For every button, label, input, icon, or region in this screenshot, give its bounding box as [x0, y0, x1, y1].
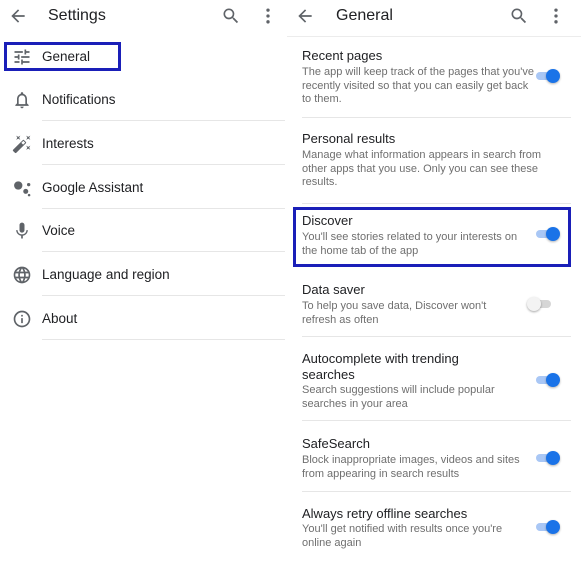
setting-description: Search suggestions will include popular …: [302, 384, 495, 410]
autocomplete-toggle[interactable]: [534, 371, 560, 389]
settings-item-label: General: [42, 49, 91, 64]
back-arrow-icon[interactable]: [295, 6, 315, 26]
setting-title: Always retry offline searches: [302, 506, 468, 521]
setting-description: The app will keep track of the pages tha…: [302, 66, 535, 105]
general-panel: General Recent pages The app will keep t…: [287, 0, 581, 562]
setting-title: Recent pages: [302, 48, 383, 63]
setting-data-saver[interactable]: Data saver To help you save data, Discov…: [287, 270, 581, 337]
microphone-icon: [16, 222, 28, 239]
setting-description: Block inappropriate images, videos and s…: [302, 454, 520, 480]
data-saver-toggle[interactable]: [527, 295, 551, 313]
settings-panel: Settings General Notifications Interests: [0, 0, 287, 562]
toggle-thumb: [527, 297, 541, 311]
toggle-thumb: [546, 69, 560, 83]
setting-description: You'll get notified with results once yo…: [302, 523, 503, 549]
globe-icon: [13, 266, 31, 284]
toggle-thumb: [546, 520, 560, 534]
divider: [42, 251, 285, 252]
settings-app-bar: Settings: [0, 0, 287, 32]
setting-recent-pages[interactable]: Recent pages The app will keep track of …: [287, 37, 581, 118]
settings-item-label: Interests: [42, 136, 94, 151]
setting-title: Autocomplete with trending searches: [302, 351, 459, 382]
info-icon: [13, 310, 31, 328]
divider: [42, 120, 285, 121]
settings-item-general[interactable]: General: [0, 35, 287, 78]
settings-item-notifications[interactable]: Notifications: [0, 78, 287, 121]
setting-description: Manage what information appears in searc…: [302, 149, 542, 188]
setting-safesearch[interactable]: SafeSearch Block inappropriate images, v…: [287, 421, 581, 492]
setting-description: You'll see stories related to your inter…: [302, 231, 518, 257]
page-title: General: [336, 7, 393, 24]
assistant-icon: [14, 181, 31, 197]
setting-title: Discover: [302, 213, 353, 228]
settings-item-label: About: [42, 311, 78, 326]
settings-item-label: Notifications: [42, 92, 116, 107]
settings-item-label: Voice: [42, 223, 76, 238]
tune-icon: [14, 49, 30, 65]
setting-always-retry-offline[interactable]: Always retry offline searches You'll get…: [287, 492, 581, 562]
settings-item-voice[interactable]: Voice: [0, 209, 287, 252]
setting-title: Data saver: [302, 282, 365, 297]
recent-pages-toggle[interactable]: [534, 67, 560, 85]
always-retry-toggle[interactable]: [534, 518, 560, 536]
divider: [42, 339, 285, 340]
bell-icon: [15, 92, 29, 109]
setting-personal-results[interactable]: Personal results Manage what information…: [287, 118, 581, 204]
settings-item-about[interactable]: About: [0, 297, 287, 340]
setting-discover[interactable]: Discover You'll see stories related to y…: [287, 204, 581, 270]
page-title: Settings: [48, 7, 106, 24]
search-icon[interactable]: [221, 6, 241, 26]
safesearch-toggle[interactable]: [534, 449, 560, 467]
settings-item-label: Language and region: [42, 267, 170, 282]
magic-wand-icon: [12, 135, 31, 154]
divider: [42, 164, 285, 165]
back-arrow-icon[interactable]: [8, 6, 28, 26]
setting-autocomplete-trending[interactable]: Autocomplete with trending searches Sear…: [287, 337, 581, 421]
setting-title: Personal results: [302, 131, 396, 146]
toggle-thumb: [546, 451, 560, 465]
divider: [42, 295, 285, 296]
toggle-thumb: [546, 373, 560, 387]
settings-item-language-and-region[interactable]: Language and region: [0, 253, 287, 296]
discover-toggle[interactable]: [534, 225, 560, 243]
search-icon[interactable]: [509, 6, 529, 26]
setting-description: To help you save data, Discover won't re…: [302, 300, 487, 326]
more-options-icon[interactable]: [546, 6, 566, 26]
settings-item-label: Google Assistant: [42, 180, 144, 195]
settings-item-interests[interactable]: Interests: [0, 122, 287, 165]
settings-item-google-assistant[interactable]: Google Assistant: [0, 166, 287, 209]
setting-title: SafeSearch: [302, 436, 370, 451]
more-options-icon[interactable]: [258, 6, 278, 26]
general-app-bar: General: [287, 0, 581, 32]
toggle-thumb: [546, 227, 560, 241]
